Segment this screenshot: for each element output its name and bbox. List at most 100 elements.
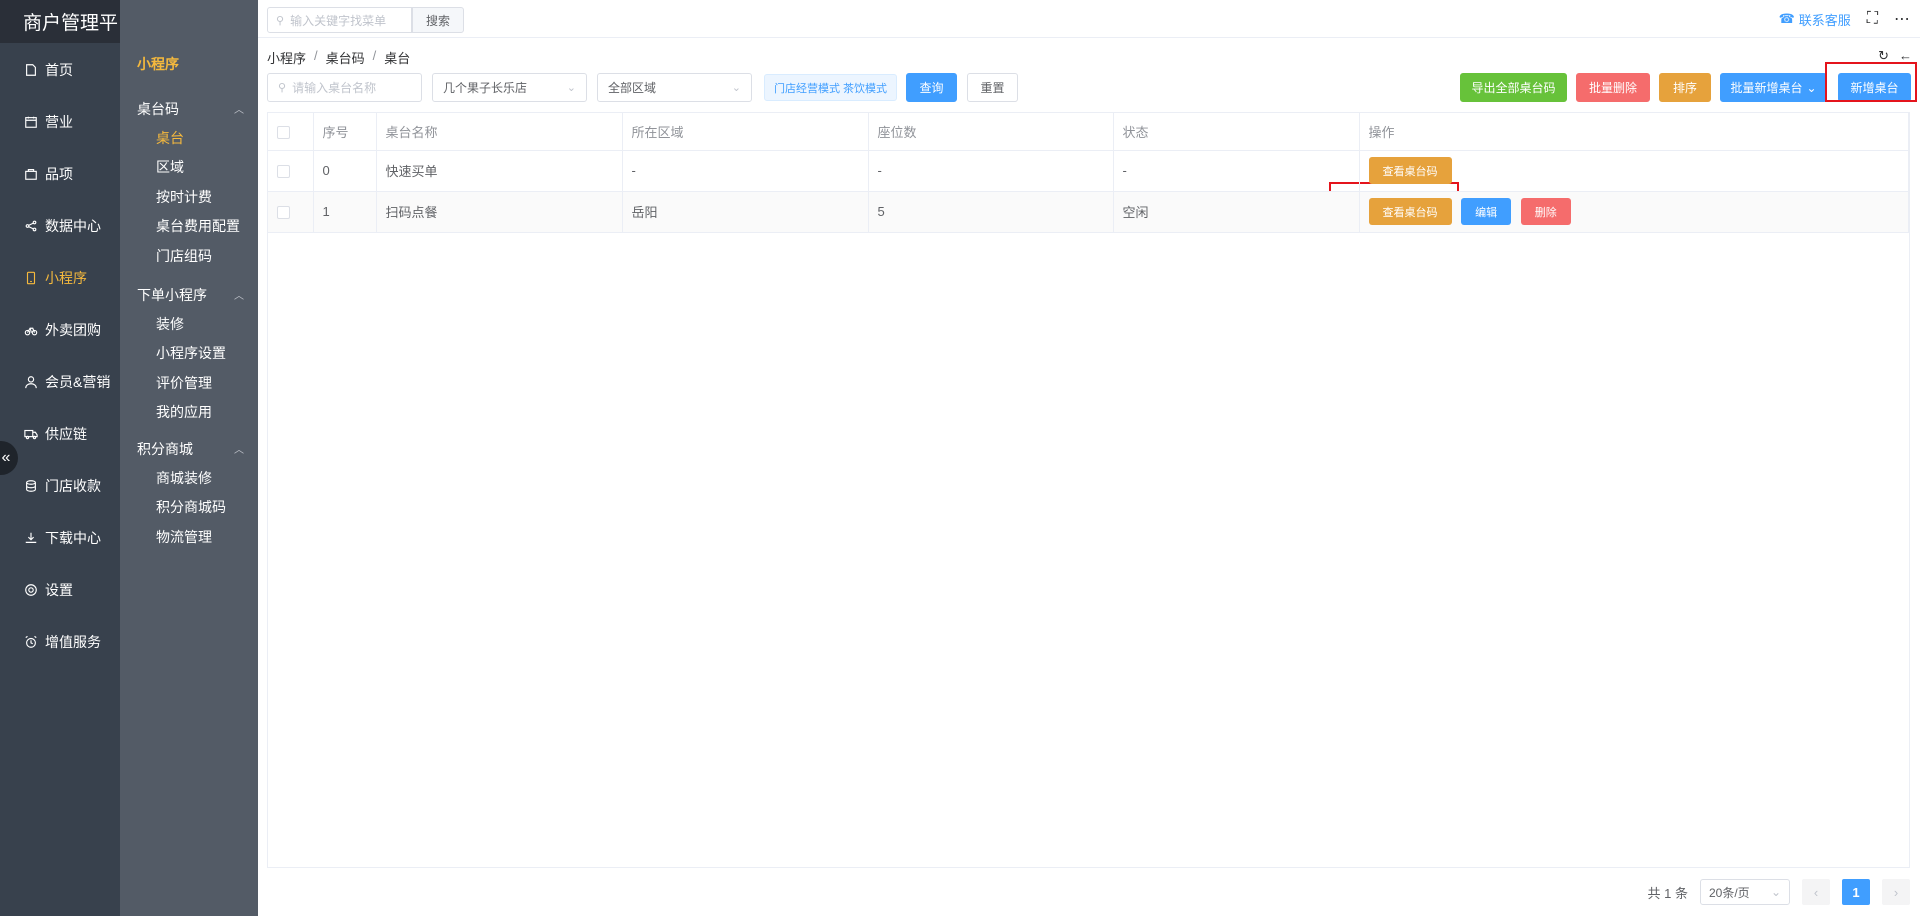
app-title: 商户管理平台 [0,0,137,43]
nav-item-label: 首页 [45,62,73,78]
sub-nav-item[interactable]: 物流管理 [120,522,258,552]
sub-nav-group-label[interactable]: 桌台码 ︿ [120,94,258,123]
nav-item-label: 品项 [45,166,73,182]
back-arrow-icon[interactable]: ← [1899,48,1912,64]
sub-nav-item[interactable]: 积分商城码 [120,493,258,523]
edit-button[interactable]: 编辑 [1461,198,1512,225]
chevron-up-icon: ︿ [234,291,244,302]
prev-page-button[interactable]: ‹ [1802,879,1830,905]
chevron-up-icon: ︿ [234,445,244,456]
cell-area: - [622,150,869,192]
cell-seats: 5 [868,191,1114,233]
more-icon[interactable]: ⋯ [1894,9,1910,29]
sub-nav-item[interactable]: 装修 [120,309,258,339]
breadcrumb-item[interactable]: 小程序 [267,48,306,67]
cell-name: 快速买单 [376,150,623,192]
sub-nav-group-label[interactable]: 积分商城 ︿ [120,434,258,463]
sub-nav-item[interactable]: 商城装修 [120,463,258,493]
sub-nav-item[interactable]: 桌台费用配置 [120,212,258,242]
column-header: 桌台名称 [376,113,623,151]
sub-nav-group: 桌台码 ︿ 桌台 区域 按时计费 桌台费用配置 门店组码 [120,94,258,271]
contact-service-link[interactable]: ☎ 联系客服 [1779,10,1851,29]
nav-item[interactable]: 增值服务 [0,616,120,668]
store-select[interactable]: 几个果子长乐店 ⌄ [432,73,587,102]
menu-search-button[interactable]: 搜索 [412,7,464,33]
fullscreen-icon[interactable]: ⛶ [1867,10,1878,28]
download-icon [23,530,39,546]
next-page-button[interactable]: › [1882,879,1910,905]
nav-item-label: 会员&营销 [45,374,111,390]
main-navigation: 商户管理平台 首页营业品项数据中心小程序外卖团购会员&营销供应链门店收款下载中心… [0,0,137,916]
page-number[interactable]: 1 [1842,879,1870,905]
coins-icon [23,478,39,494]
nav-item[interactable]: 数据中心 [0,200,120,252]
filter-bar: ⚲ 请输入桌台名称 几个果子长乐店 ⌄ 全部区域 ⌄ 门店经营模式 茶饮模式 查… [267,73,1911,102]
chevron-up-icon: ︿ [234,105,244,116]
column-header: 所在区域 [622,113,869,151]
search-icon: ⚲ [276,14,285,27]
sub-nav-group-label[interactable]: 下单小程序 ︿ [120,280,258,309]
nav-item[interactable]: 门店收款 [0,460,120,512]
sub-nav-item[interactable]: 评价管理 [120,368,258,398]
menu-search-input[interactable]: ⚲ 输入关键字找菜单 [267,7,412,33]
nav-item-label: 门店收款 [45,478,101,494]
nav-item[interactable]: 品项 [0,148,120,200]
chevron-down-icon: ⌄ [731,82,741,94]
view-table-code-button[interactable]: 查看桌台码 [1368,198,1452,225]
query-button[interactable]: 查询 [906,73,957,102]
cell-status: - [1113,150,1360,192]
sub-nav-item[interactable]: 桌台 [120,123,258,153]
store-mode-tag: 门店经营模式 茶饮模式 [764,74,898,101]
top-bar: ⚲ 输入关键字找菜单 搜索 ☎ 联系客服 ⛶ ⋯ [258,0,1920,38]
nav-item-label: 外卖团购 [45,322,101,338]
nav-item-label: 数据中心 [45,218,101,234]
user-icon [23,374,39,390]
sort-button[interactable]: 排序 [1659,73,1711,102]
home-icon [23,62,39,78]
nav-item[interactable]: 外卖团购 [0,304,120,356]
sub-nav-item[interactable]: 按时计费 [120,182,258,212]
chevron-right-icon: › [1893,884,1899,900]
sub-nav-item[interactable]: 门店组码 [120,241,258,271]
breadcrumb-item: 桌台 [384,51,411,66]
cell-status: 空闲 [1113,191,1360,233]
export-all-codes-button[interactable]: 导出全部桌台码 [1460,73,1567,102]
cell-seats: - [868,150,1114,192]
nav-item-label: 下载中心 [45,530,101,546]
nav-item[interactable]: 下载中心 [0,512,120,564]
sub-nav-item[interactable]: 我的应用 [120,398,258,428]
area-select[interactable]: 全部区域 ⌄ [597,73,752,102]
chevron-down-icon: ⌄ [566,82,576,94]
reset-button[interactable]: 重置 [967,73,1018,102]
share-icon [23,218,39,234]
pagination: 共 1 条 20条/页 ⌄ ‹ 1 › [1648,879,1910,905]
nav-item[interactable]: 小程序 [0,252,120,304]
nav-item[interactable]: 设置 [0,564,120,616]
nav-item[interactable]: 会员&营销 [0,356,120,408]
batch-add-tables-button[interactable]: 批量新增桌台 ⌄ [1720,73,1827,102]
row-checkbox[interactable] [277,165,290,179]
table-name-input[interactable]: ⚲ 请输入桌台名称 [267,73,422,102]
add-table-button[interactable]: 新增桌台 [1838,73,1911,102]
refresh-icon[interactable]: ↻ [1878,48,1889,64]
nav-item[interactable]: 供应链 [0,408,120,460]
page-size-select[interactable]: 20条/页 ⌄ [1700,879,1790,905]
tables-table: 序号 桌台名称 所在区域 座位数 状态 操作 0 快速买单 - - - 查看桌台… [267,112,1910,868]
main-nav-list: 首页营业品项数据中心小程序外卖团购会员&营销供应链门店收款下载中心设置增值服务 [0,44,120,668]
delete-button[interactable]: 删除 [1520,198,1571,225]
sub-nav-item[interactable]: 区域 [120,153,258,183]
cell-index: 0 [313,150,377,192]
nav-item-label: 营业 [45,114,73,130]
bike-icon [23,322,39,338]
cell-name: 扫码点餐 [376,191,623,233]
breadcrumb-item[interactable]: 桌台码 [326,48,365,67]
batch-delete-button[interactable]: 批量删除 [1576,73,1650,102]
chevron-down-icon: ⌄ [1806,80,1817,95]
nav-item[interactable]: 营业 [0,96,120,148]
row-checkbox[interactable] [277,206,290,220]
view-table-code-button[interactable]: 查看桌台码 [1368,157,1452,184]
nav-item[interactable]: 首页 [0,44,120,96]
sub-nav-item[interactable]: 小程序设置 [120,339,258,369]
nav-item-label: 增值服务 [45,634,101,650]
select-all-checkbox[interactable] [277,125,290,139]
